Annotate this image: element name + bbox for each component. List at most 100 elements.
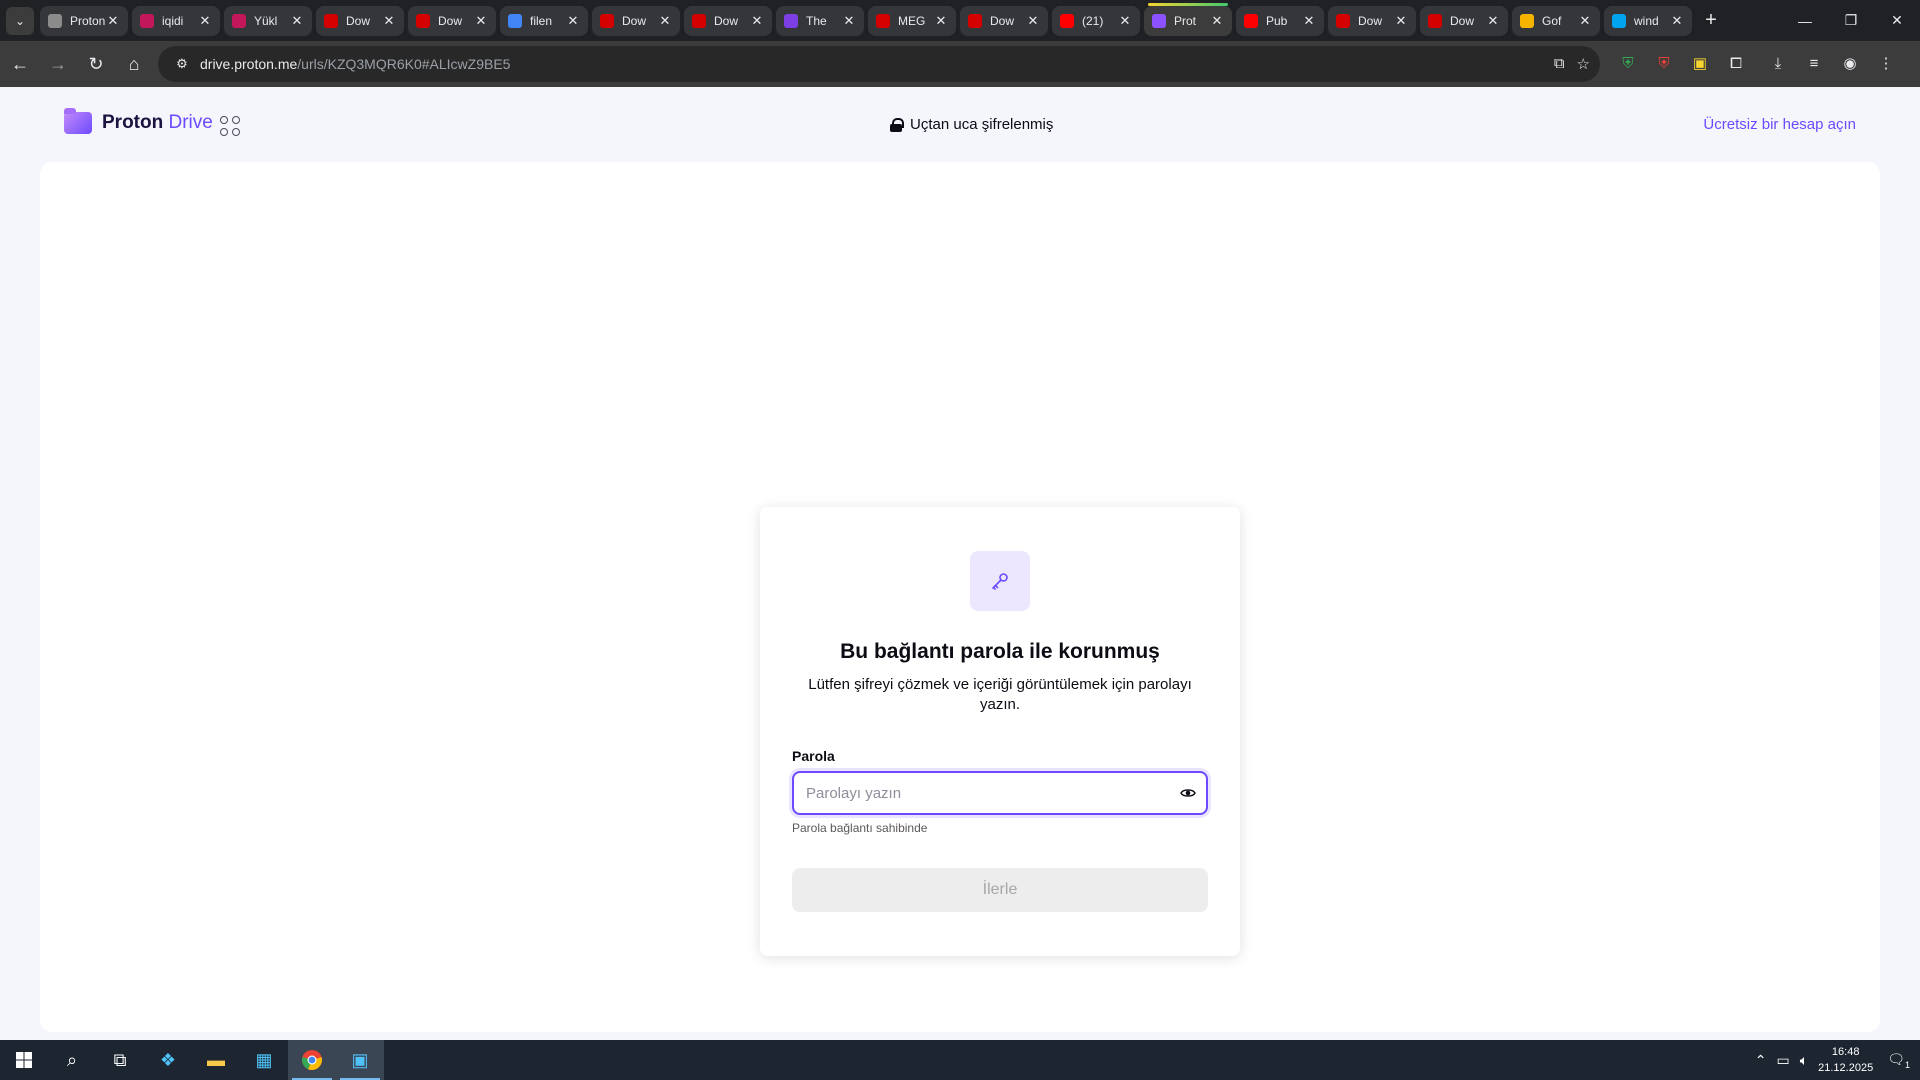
adblock-shield-icon[interactable]: ⛨ <box>1650 49 1678 77</box>
store-icon[interactable]: ▦ <box>240 1040 288 1080</box>
task-view-icon[interactable]: ⧉ <box>96 1040 144 1080</box>
minimize-icon[interactable]: — <box>1782 0 1828 41</box>
file-explorer-icon[interactable]: ▬ <box>192 1040 240 1080</box>
tab-title: Dow <box>714 13 739 28</box>
tab-favicon-icon <box>48 13 62 28</box>
tab-close-icon[interactable]: ✕ <box>1670 13 1684 29</box>
tab-title: Dow <box>438 13 463 28</box>
apps-grid-icon[interactable] <box>220 116 240 136</box>
browser-tab[interactable]: Pub ✕ <box>1236 5 1324 36</box>
tab-title: Dow <box>990 13 1015 28</box>
tab-close-icon[interactable]: ✕ <box>198 13 212 29</box>
remote-desktop-icon[interactable]: ▣ <box>336 1040 384 1080</box>
profile-avatar[interactable]: ◉ <box>1836 49 1864 77</box>
browser-tab[interactable]: MEG ✕ <box>868 5 956 36</box>
browser-tab[interactable]: (21) ✕ <box>1052 5 1140 36</box>
url-path: /urls/KZQ3MQR6K0#ALIcwZ9BE5 <box>297 56 511 72</box>
tab-favicon-icon <box>1520 13 1534 28</box>
tab-close-icon[interactable]: ✕ <box>1118 13 1132 29</box>
copilot-icon[interactable]: ❖ <box>144 1040 192 1080</box>
extensions-puzzle-icon[interactable]: ⧠ <box>1722 49 1750 77</box>
proton-drive-logo[interactable]: Proton Drive <box>64 108 213 134</box>
system-tray: ⌃ ▭ 🔈︎ 16:48 21.12.2025 🗨︎1 <box>1755 1040 1920 1080</box>
tab-close-icon[interactable]: ✕ <box>658 13 672 29</box>
tab-favicon-icon <box>232 13 246 28</box>
tab-close-icon[interactable]: ✕ <box>1578 13 1592 29</box>
clock[interactable]: 16:48 21.12.2025 <box>1818 1044 1873 1076</box>
browser-tab[interactable]: Gof ✕ <box>1512 5 1600 36</box>
tab-close-icon[interactable]: ✕ <box>1210 13 1224 29</box>
password-input[interactable] <box>806 784 1170 802</box>
browser-tab[interactable]: Dow ✕ <box>592 5 680 36</box>
volume-icon[interactable]: 🔈︎ <box>1800 1052 1808 1069</box>
password-field[interactable] <box>792 771 1208 815</box>
tab-close-icon[interactable]: ✕ <box>1302 13 1316 29</box>
browser-tab[interactable]: wind ✕ <box>1604 5 1692 36</box>
browser-tab[interactable]: The ✕ <box>776 5 864 36</box>
card-title: Bu bağlantı parola ile korunmuş <box>840 640 1160 663</box>
back-icon[interactable]: ← <box>2 46 38 82</box>
tab-search-icon[interactable]: ⌄ <box>6 6 34 35</box>
tab-title: Dow <box>622 13 647 28</box>
browser-tab[interactable]: Proton ✕ <box>40 5 128 36</box>
browser-tab[interactable]: Dow ✕ <box>408 5 496 36</box>
continue-button[interactable]: İlerle <box>792 868 1208 912</box>
tab-title: filen <box>530 13 553 28</box>
proton-drive-folder-icon <box>64 108 92 134</box>
tab-title: Yükl <box>254 13 278 28</box>
new-tab-icon[interactable]: + <box>1696 9 1726 32</box>
window-controls: — ❐ ✕ <box>1782 0 1920 41</box>
browser-tab[interactable]: Yükl ✕ <box>224 5 312 36</box>
tab-close-icon[interactable]: ✕ <box>750 13 764 29</box>
install-app-icon[interactable]: ⧉ <box>1554 55 1565 73</box>
tab-close-icon[interactable]: ✕ <box>842 13 856 29</box>
tab-title: The <box>806 13 827 28</box>
show-password-icon[interactable] <box>1170 775 1206 811</box>
tab-close-icon[interactable]: ✕ <box>1026 13 1040 29</box>
site-info-icon[interactable]: ⚙ <box>170 52 194 76</box>
browser-tab[interactable]: filen ✕ <box>500 5 588 36</box>
notification-icon[interactable]: 🗨︎1 <box>1887 1051 1910 1070</box>
browser-toolbar: ← → ↻ ⌂ ⚙ drive.proton.me /urls/KZQ3MQR6… <box>0 41 1920 87</box>
restore-icon[interactable]: ❐ <box>1828 0 1874 41</box>
start-icon[interactable] <box>0 1040 48 1080</box>
close-window-icon[interactable]: ✕ <box>1874 0 1920 41</box>
bookmark-star-icon[interactable]: ☆ <box>1577 55 1590 73</box>
vpn-shield-icon[interactable]: ⛨ <box>1614 49 1642 77</box>
browser-tab[interactable]: Dow ✕ <box>1420 5 1508 36</box>
tab-close-icon[interactable]: ✕ <box>1486 13 1500 29</box>
browser-tab[interactable]: Dow ✕ <box>684 5 772 36</box>
browser-tab[interactable]: Dow ✕ <box>1328 5 1416 36</box>
signup-link[interactable]: Ücretsiz bir hesap açın <box>1703 116 1856 133</box>
key-icon <box>970 551 1030 611</box>
download-icon[interactable]: ⤓ <box>1764 49 1792 77</box>
tab-close-icon[interactable]: ✕ <box>290 13 304 29</box>
browser-menu-icon[interactable]: ⋮ <box>1872 49 1900 77</box>
forward-icon[interactable]: → <box>40 46 76 82</box>
chrome-icon[interactable] <box>288 1040 336 1080</box>
main-panel: Bu bağlantı parola ile korunmuş Lütfen ş… <box>40 162 1880 1032</box>
tab-close-icon[interactable]: ✕ <box>474 13 488 29</box>
browser-tab[interactable]: Prot ✕ <box>1144 2 1232 36</box>
search-icon[interactable]: ⌕ <box>48 1040 96 1080</box>
media-control-icon[interactable]: ≡ <box>1800 49 1828 77</box>
extension-icon[interactable]: ▣ <box>1686 49 1714 77</box>
tab-close-icon[interactable]: ✕ <box>566 13 580 29</box>
tab-close-icon[interactable]: ✕ <box>934 13 948 29</box>
tab-favicon-icon <box>324 13 338 28</box>
browser-tab[interactable]: iqidi ✕ <box>132 5 220 36</box>
omnibox-actions: ⧉ ☆ <box>1554 55 1590 73</box>
network-icon[interactable]: ▭ <box>1777 1052 1790 1069</box>
browser-tab[interactable]: Dow ✕ <box>960 5 1048 36</box>
reload-icon[interactable]: ↻ <box>78 46 114 82</box>
tab-close-icon[interactable]: ✕ <box>1394 13 1408 29</box>
tray-expand-icon[interactable]: ⌃ <box>1755 1052 1767 1069</box>
tab-favicon-icon <box>1152 13 1166 28</box>
home-icon[interactable]: ⌂ <box>116 46 152 82</box>
clock-date: 21.12.2025 <box>1818 1062 1874 1074</box>
tab-close-icon[interactable]: ✕ <box>106 13 120 29</box>
address-bar[interactable]: ⚙ drive.proton.me /urls/KZQ3MQR6K0#ALIcw… <box>158 46 1600 82</box>
tab-close-icon[interactable]: ✕ <box>382 13 396 29</box>
browser-tab[interactable]: Dow ✕ <box>316 5 404 36</box>
brand-accent: Drive <box>168 112 213 133</box>
